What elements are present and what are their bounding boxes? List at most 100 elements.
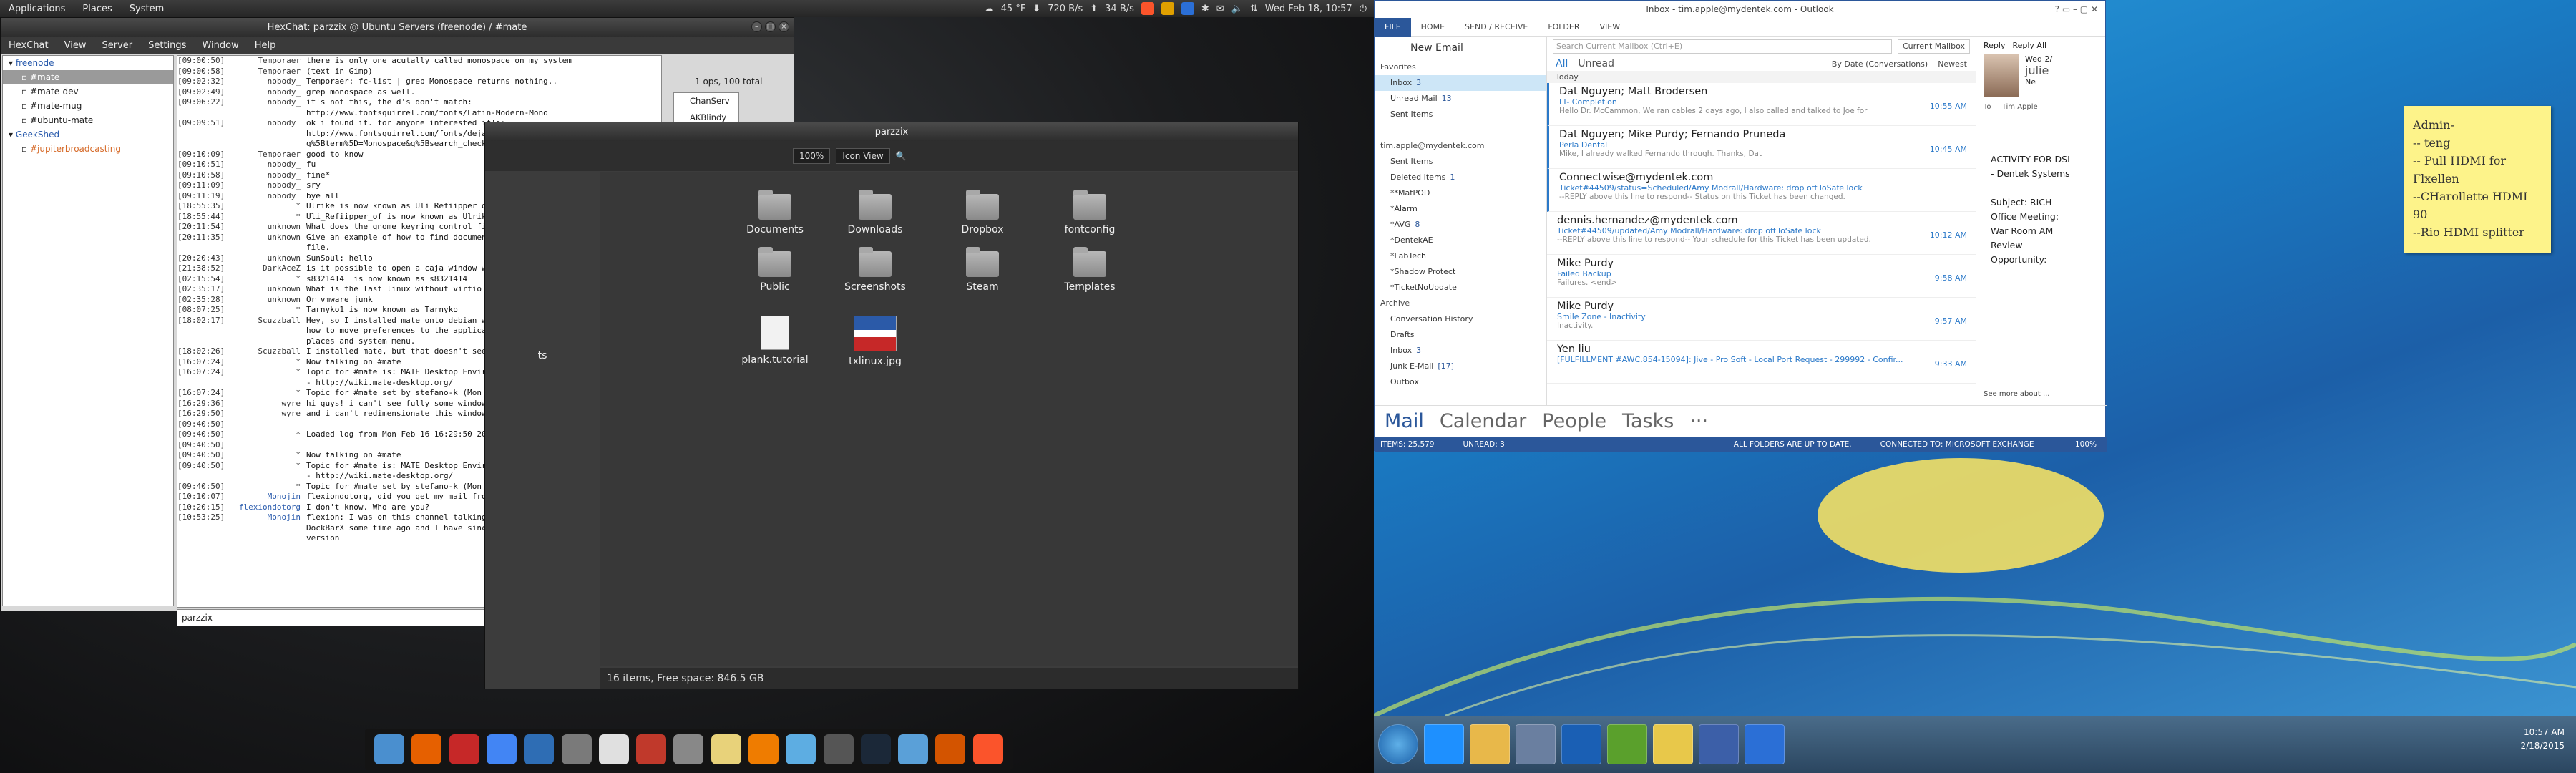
tab-file[interactable]: FILE bbox=[1375, 17, 1411, 37]
brave-icon[interactable] bbox=[972, 734, 1003, 764]
file-item[interactable]: Templates bbox=[1036, 247, 1143, 293]
vlc-icon[interactable] bbox=[748, 734, 779, 764]
power-icon[interactable]: ⏻ bbox=[1360, 4, 1367, 14]
mail-item[interactable]: Yen liu [FULFILLMENT #AWC.854-15094]: Jiv… bbox=[1547, 341, 1976, 384]
system-menu[interactable]: System bbox=[121, 4, 172, 14]
chat-nick[interactable]: Monojin bbox=[229, 492, 306, 502]
chat-nick[interactable]: Temporaer bbox=[229, 150, 306, 160]
nav-mail[interactable]: Mail bbox=[1385, 410, 1424, 432]
file-item[interactable]: plank.tutorial bbox=[721, 316, 829, 366]
folder-item[interactable]: **MatPOD bbox=[1375, 185, 1546, 201]
reply-all-button[interactable]: Reply All bbox=[2012, 41, 2046, 50]
order-select[interactable]: Newest bbox=[1938, 59, 1967, 69]
visio-icon[interactable] bbox=[1699, 724, 1739, 764]
zoom-level[interactable]: 100% bbox=[793, 148, 831, 164]
search-input[interactable]: Search Current Mailbox (Ctrl+E) bbox=[1553, 39, 1892, 54]
file-item[interactable]: Steam bbox=[929, 247, 1036, 293]
user-item[interactable]: ChanServ bbox=[674, 93, 738, 110]
lync-icon[interactable] bbox=[1745, 724, 1785, 764]
thunderbird-icon[interactable] bbox=[524, 734, 555, 764]
hexchat-titlebar[interactable]: HexChat: parzzix @ Ubuntu Servers (freen… bbox=[1, 18, 794, 37]
search-scope-select[interactable]: Current Mailbox bbox=[1897, 39, 1970, 54]
mail-item[interactable]: Dat Nguyen; Mike Purdy; Fernando Pruneda… bbox=[1547, 126, 1976, 169]
chat-nick[interactable]: * bbox=[229, 201, 306, 212]
channel-item[interactable]: ▫ #ubuntu-mate bbox=[3, 113, 173, 127]
chat-nick[interactable]: unknown bbox=[229, 233, 306, 253]
chat-nick[interactable]: * bbox=[229, 305, 306, 316]
chat-nick[interactable]: Scuzzball bbox=[229, 346, 306, 357]
folder-item[interactable]: Unread Mail 13 bbox=[1375, 91, 1546, 107]
chat-nick[interactable]: * bbox=[229, 461, 306, 482]
view-mode-select[interactable]: Icon View bbox=[836, 148, 890, 164]
chat-nick[interactable]: nobody_ bbox=[229, 87, 306, 98]
file-item[interactable]: Documents bbox=[721, 190, 829, 235]
caja-titlebar[interactable]: parzzix bbox=[485, 122, 1298, 141]
monitor-icon[interactable] bbox=[823, 734, 854, 764]
scanner-icon[interactable] bbox=[673, 734, 704, 764]
menu-hexchat[interactable]: HexChat bbox=[1, 40, 57, 51]
chat-nick[interactable] bbox=[229, 440, 306, 451]
chat-nick[interactable]: * bbox=[229, 482, 306, 492]
folder-item[interactable]: Deleted Items 1 bbox=[1375, 170, 1546, 185]
folder-item[interactable]: Inbox 3 bbox=[1375, 75, 1546, 91]
chat-nick[interactable]: nobody_ bbox=[229, 160, 306, 170]
book-icon[interactable] bbox=[636, 734, 667, 764]
chat-nick[interactable]: nobody_ bbox=[229, 77, 306, 87]
channel-item[interactable]: ▫ #mate bbox=[3, 70, 173, 84]
chat-nick[interactable]: flexiondotorg bbox=[229, 502, 306, 513]
chat-nick[interactable]: wyre bbox=[229, 409, 306, 419]
file-label-partial[interactable]: ts bbox=[521, 350, 564, 361]
close-icon[interactable]: × bbox=[779, 21, 789, 32]
files-icon[interactable] bbox=[374, 734, 405, 764]
remote-icon[interactable] bbox=[1516, 724, 1556, 764]
tab-view[interactable]: VIEW bbox=[1590, 22, 1631, 31]
mail-item[interactable]: Mike Purdy Failed Backup Failures. <end> 9:… bbox=[1547, 255, 1976, 298]
steam-icon[interactable] bbox=[860, 734, 891, 764]
chat-nick[interactable]: nobody_ bbox=[229, 180, 306, 191]
draw-icon[interactable] bbox=[786, 734, 816, 764]
maximize-icon[interactable]: □ bbox=[765, 21, 776, 32]
folder-item[interactable]: Drafts bbox=[1375, 327, 1546, 343]
chat-nick[interactable]: * bbox=[229, 274, 306, 285]
ie-icon[interactable] bbox=[1424, 724, 1464, 764]
see-more-link[interactable]: See more about ... bbox=[1984, 390, 2049, 398]
folder-item[interactable] bbox=[1375, 122, 1546, 138]
menu-server[interactable]: Server bbox=[94, 40, 140, 51]
mail-item[interactable]: Mike Purdy Smile Zone - Inactivity Inactiv… bbox=[1547, 298, 1976, 341]
greenshot-icon[interactable] bbox=[1607, 724, 1647, 764]
start-orb-icon[interactable] bbox=[1378, 724, 1418, 764]
chat-nick[interactable]: unknown bbox=[229, 295, 306, 306]
chat-nick[interactable]: * bbox=[229, 388, 306, 399]
outlook-icon[interactable] bbox=[1561, 724, 1601, 764]
file-item[interactable]: Downloads bbox=[821, 190, 929, 235]
minimize-icon[interactable]: – bbox=[751, 21, 762, 32]
clock[interactable]: Wed Feb 18, 10:57 bbox=[1265, 4, 1352, 14]
chat-nick[interactable]: Temporaer bbox=[229, 67, 306, 77]
folder-item[interactable]: *AVG 8 bbox=[1375, 217, 1546, 233]
brave-tray-icon[interactable] bbox=[1141, 2, 1154, 15]
sticky-note[interactable]: Admin- -- teng -- Pull HDMI for Flxellen… bbox=[2404, 106, 2551, 253]
gedit-icon[interactable] bbox=[598, 734, 629, 764]
chrome-icon[interactable] bbox=[486, 734, 517, 764]
mail-item[interactable]: Dat Nguyen; Matt Brodersen LT- Completion… bbox=[1547, 83, 1976, 126]
applications-menu[interactable]: Applications bbox=[0, 4, 74, 14]
chat-nick[interactable] bbox=[229, 419, 306, 430]
folder-item[interactable]: Sent Items bbox=[1375, 107, 1546, 122]
places-menu[interactable]: Places bbox=[74, 4, 120, 14]
folder-item[interactable]: Inbox 3 bbox=[1375, 343, 1546, 359]
folder-icon[interactable] bbox=[1653, 724, 1693, 764]
chat-nick[interactable]: unknown bbox=[229, 253, 306, 264]
mail-item[interactable]: dennis.hernandez@mydentek.com Ticket#4450… bbox=[1547, 212, 1976, 255]
folder-item[interactable]: Conversation History bbox=[1375, 311, 1546, 327]
menu-view[interactable]: View bbox=[57, 40, 94, 51]
nav-tasks[interactable]: Tasks bbox=[1622, 410, 1674, 432]
input-nick[interactable]: parzzix bbox=[182, 613, 213, 623]
channel-item[interactable]: ▫ #mate-dev bbox=[3, 84, 173, 99]
chat-nick[interactable]: Scuzzball bbox=[229, 316, 306, 347]
chat-nick[interactable]: Monojin bbox=[229, 512, 306, 544]
dropbox-tray-icon[interactable] bbox=[1181, 2, 1194, 15]
firefox-icon[interactable] bbox=[411, 734, 442, 764]
updates-tray-icon[interactable] bbox=[1161, 2, 1174, 15]
folder-item[interactable]: *DentekAE bbox=[1375, 233, 1546, 248]
volume-icon[interactable]: 🔈 bbox=[1231, 4, 1243, 14]
